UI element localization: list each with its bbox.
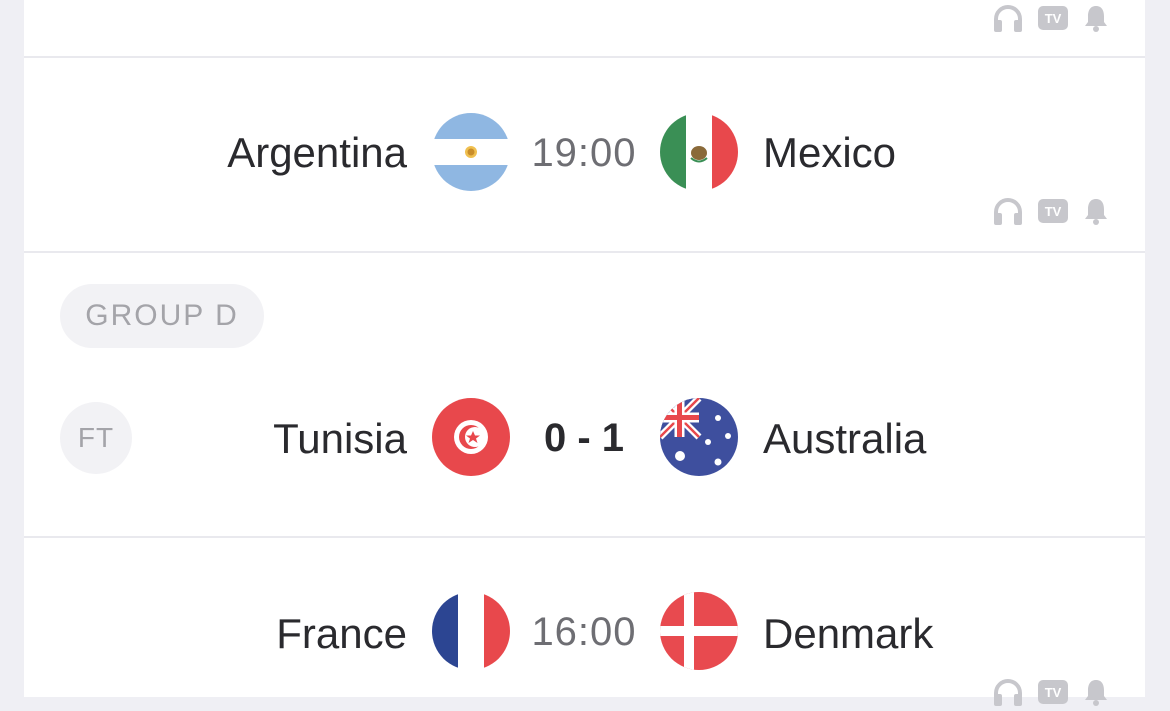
headphones-icon[interactable] <box>992 678 1024 711</box>
bell-icon[interactable] <box>1082 197 1110 230</box>
match-actions: TV <box>992 678 1110 711</box>
match-actions: TV <box>992 197 1110 230</box>
denmark-flag-icon <box>660 592 738 670</box>
away-team-name: Denmark <box>763 610 934 657</box>
headphones-icon[interactable] <box>992 4 1024 37</box>
bell-icon[interactable] <box>1082 678 1110 711</box>
away-team-name: Mexico <box>763 129 897 176</box>
bell-icon[interactable] <box>1082 4 1110 37</box>
away-team-name: Australia <box>763 415 927 462</box>
home-team-name: Tunisia <box>273 415 407 462</box>
svg-text:TV: TV <box>1045 685 1062 700</box>
home-team-name: Argentina <box>227 129 407 176</box>
mexico-flag-icon <box>660 113 738 191</box>
match-card-previous <box>24 0 1145 56</box>
france-flag-icon <box>432 592 510 670</box>
svg-text:TV: TV <box>1045 11 1062 26</box>
australia-flag-icon <box>660 398 738 476</box>
kickoff-time: 16:00 <box>531 610 637 654</box>
home-team-name: France <box>276 610 407 657</box>
kickoff-time: 19:00 <box>531 131 637 175</box>
match-score: 0 - 1 <box>543 416 625 460</box>
tunisia-flag-icon <box>432 398 510 476</box>
headphones-icon[interactable] <box>992 197 1024 230</box>
svg-text:TV: TV <box>1045 204 1062 219</box>
tv-icon[interactable]: TV <box>1038 680 1068 709</box>
match-actions: TV <box>992 4 1110 37</box>
match-status-badge: FT <box>60 402 132 474</box>
tv-icon[interactable]: TV <box>1038 199 1068 228</box>
tv-icon[interactable]: TV <box>1038 6 1068 35</box>
group-label: GROUP D <box>60 284 264 348</box>
argentina-flag-icon <box>432 113 510 191</box>
